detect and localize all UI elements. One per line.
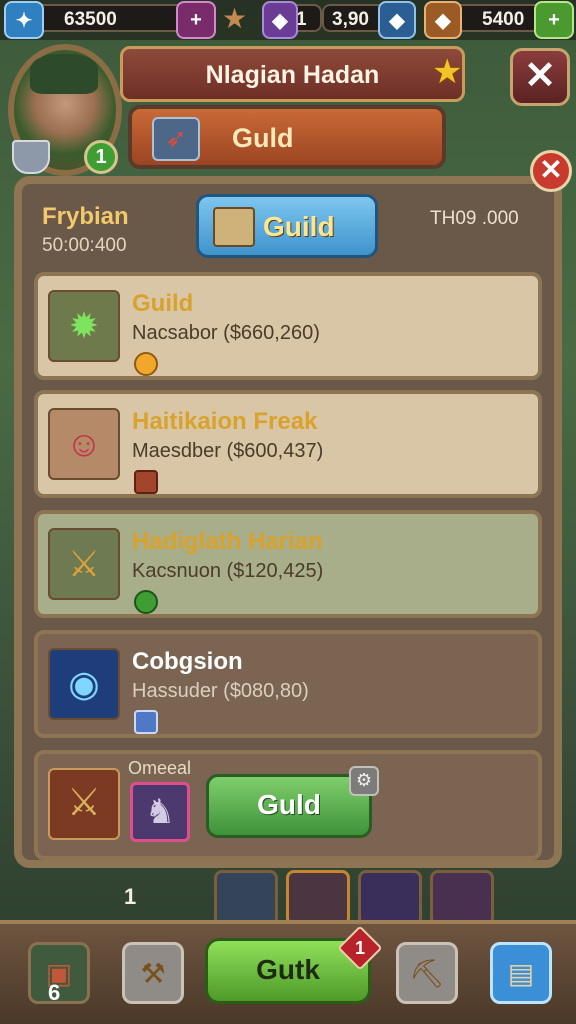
- magic-orb-icon: ◉: [48, 648, 120, 720]
- entry-name: Guild: [132, 290, 194, 317]
- notification-count: 1: [354, 938, 365, 958]
- guild-stat: TH09 .000: [430, 208, 519, 229]
- guild-green-button[interactable]: Guld: [206, 774, 372, 838]
- crossed-weapons-icon: ⚔: [48, 528, 120, 600]
- gem-icon: ✦: [4, 1, 44, 39]
- crate-count: 6: [48, 980, 61, 1005]
- shield-arrow-icon: ➶: [152, 117, 200, 161]
- tab-label: Guld: [232, 123, 294, 153]
- gold-crystal-icon: ◆: [424, 1, 462, 39]
- strip-count: 1: [124, 884, 137, 909]
- hero-portrait-icon[interactable]: ♞: [130, 782, 190, 842]
- tab-guild[interactable]: ➶ Guld: [128, 105, 446, 169]
- sword-icon: ⚔: [48, 768, 120, 840]
- list-item[interactable]: ◉ Cobgsion Hassuder ($080,80): [34, 630, 542, 738]
- amethyst-icon: ◆: [262, 1, 298, 39]
- level-badge: 1: [84, 140, 118, 174]
- shield-icon: [12, 140, 50, 174]
- last-card-label: Omeeal: [128, 758, 192, 778]
- guild-sub: 50:00:400: [42, 235, 127, 256]
- gear-icon[interactable]: ⚙: [349, 766, 379, 796]
- entry-meta: Nacsabor ($660,260): [132, 322, 320, 344]
- guild-button-label: Guild: [263, 211, 335, 242]
- entry-name: Haitikaion Freak: [132, 408, 318, 435]
- header-banner: Nlagian Hadan: [120, 46, 465, 102]
- entry-name: Cobgsion: [132, 648, 243, 675]
- list-item[interactable]: ✹ Guild Nacsabor ($660,260): [34, 272, 542, 380]
- gold-value: 5400: [482, 9, 525, 30]
- inventory-slot[interactable]: [286, 870, 350, 926]
- entry-meta: Hassuder ($080,80): [132, 680, 309, 702]
- coin-badge-icon: [134, 352, 158, 376]
- sapphire-value: 3,90: [332, 9, 369, 30]
- inventory-slot[interactable]: [358, 870, 422, 926]
- entry-meta: Kacsnuon ($120,425): [132, 560, 324, 582]
- chest-icon[interactable]: ▤: [490, 942, 552, 1004]
- header-title: Nlagian Hadan: [205, 61, 380, 89]
- inventory-slot[interactable]: [430, 870, 494, 926]
- book-icon: [213, 207, 255, 247]
- list-item[interactable]: ☺ Haitikaion Freak Maesdber ($600,437): [34, 390, 542, 498]
- avatar-hair: [30, 54, 98, 94]
- inventory-slot[interactable]: [214, 870, 278, 926]
- gems-value: 63500: [64, 9, 117, 30]
- panel-close-button[interactable]: ✕: [530, 150, 572, 192]
- star-icon: ★: [432, 53, 463, 91]
- bronze-star-icon: ★: [222, 3, 248, 34]
- add-gems-button[interactable]: +: [176, 1, 216, 39]
- pickaxe-icon[interactable]: ⛏: [396, 942, 458, 1004]
- staff-icon[interactable]: ⚒: [122, 942, 184, 1004]
- crate-badge-icon: [134, 470, 158, 494]
- entry-meta: Maesdber ($600,437): [132, 440, 324, 462]
- close-button[interactable]: ✕: [510, 48, 570, 106]
- add-gold-button[interactable]: +: [534, 1, 574, 39]
- shield-badge-icon: [134, 710, 158, 734]
- entry-name: Hadiglath Harian: [132, 528, 323, 555]
- green-badge-icon: [134, 590, 158, 614]
- guild-name: Frybian: [42, 203, 129, 230]
- sapphire-icon: ◆: [378, 1, 416, 39]
- compass-emblem-icon: ✹: [48, 290, 120, 362]
- warrior-portrait-icon: ☺: [48, 408, 120, 480]
- list-item[interactable]: ⚔ Hadiglath Harian Kacsnuon ($120,425): [34, 510, 542, 618]
- guild-button[interactable]: Guild: [196, 194, 378, 258]
